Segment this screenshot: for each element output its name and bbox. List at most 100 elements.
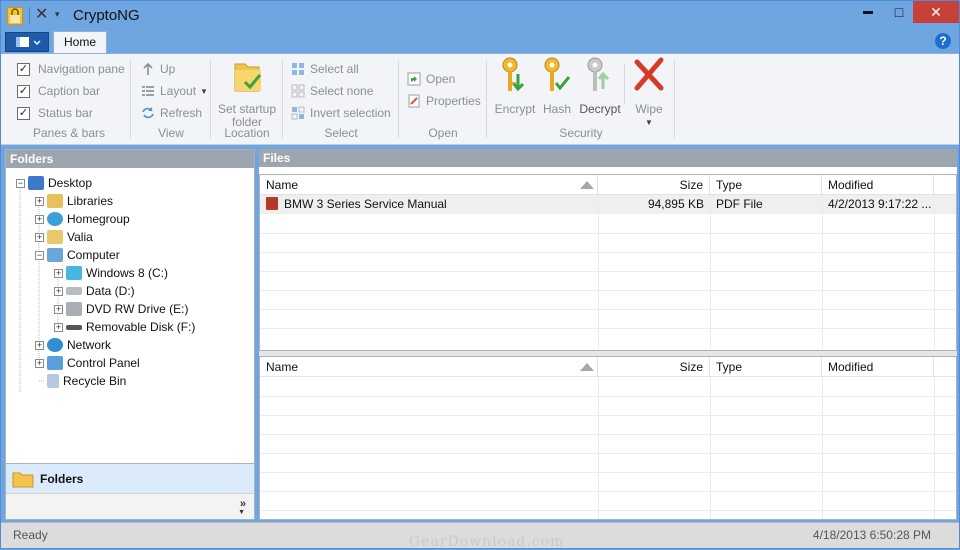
tree-node-desktop[interactable]: − Desktop <box>16 174 92 192</box>
folder-icon <box>12 472 34 487</box>
column-header-size[interactable]: Size <box>598 357 710 377</box>
properties-icon <box>408 94 420 108</box>
collapse-icon[interactable]: − <box>16 178 25 188</box>
column-headers: Name Size Type Modified <box>260 175 956 195</box>
recycle-bin-icon <box>47 374 59 388</box>
expand-icon[interactable]: + <box>35 196 44 206</box>
desktop-icon <box>28 176 44 190</box>
column-header-size[interactable]: Size <box>598 175 710 195</box>
layout-button[interactable]: Layout ▼ <box>141 82 208 100</box>
select-all-icon <box>292 63 304 75</box>
sort-ascending-icon <box>580 363 594 371</box>
group-location: Set startup folder Location <box>213 54 281 144</box>
group-security: Encrypt Hash Decrypt Wipe ▼ Security <box>489 54 673 144</box>
tree-node-valia[interactable]: + Valia <box>35 228 93 246</box>
decrypt-button[interactable]: Decrypt <box>577 56 623 116</box>
sort-ascending-icon <box>580 181 594 189</box>
dropdown-arrow-icon: ▼ <box>200 86 208 96</box>
wipe-button[interactable]: Wipe ▼ <box>627 56 671 129</box>
collapse-icon[interactable]: − <box>35 250 44 260</box>
expand-icon[interactable]: + <box>54 304 63 314</box>
minimize-button[interactable]: ▬ <box>853 1 883 23</box>
status-bar: Ready GearDownload.com 4/18/2013 6:50:28… <box>1 522 959 550</box>
open-button[interactable]: Open <box>407 70 455 88</box>
navigation-pane-checkbox[interactable]: ✓ Navigation pane <box>17 60 125 78</box>
file-row[interactable]: BMW 3 Series Service Manual 94,895 KB PD… <box>260 195 956 214</box>
encrypt-button[interactable]: Encrypt <box>491 56 539 116</box>
dropdown-arrow-icon[interactable]: ▼ <box>238 509 245 516</box>
up-arrow-icon <box>143 62 153 75</box>
group-label-location: Location <box>224 126 270 140</box>
refresh-icon <box>142 107 154 119</box>
pdf-file-icon <box>266 197 278 210</box>
expand-icon[interactable]: + <box>54 286 63 296</box>
tree-node-homegroup[interactable]: + Homegroup <box>35 210 130 228</box>
expand-icon[interactable]: + <box>35 340 44 350</box>
watermark: GearDownload.com <box>409 534 565 550</box>
column-header-type[interactable]: Type <box>710 175 822 195</box>
select-none-button[interactable]: Select none <box>291 82 373 100</box>
status-datetime: 4/18/2013 6:50:28 PM <box>812 528 931 542</box>
folders-nav-button[interactable]: Folders <box>6 463 254 493</box>
expand-icon[interactable]: + <box>54 322 63 332</box>
expand-icon[interactable]: + <box>35 214 44 224</box>
files-panel: Files Name Size Type Modified BMW 3 Seri… <box>259 149 957 520</box>
group-select: Select all Select none Invert selection … <box>285 54 397 144</box>
column-header-modified[interactable]: Modified <box>822 357 934 377</box>
maximize-button[interactable]: □ <box>884 1 914 23</box>
tab-home[interactable]: Home <box>53 31 107 54</box>
tree-node-windows-c[interactable]: + Windows 8 (C:) <box>54 264 168 282</box>
refresh-button[interactable]: Refresh <box>141 104 202 122</box>
check-icon: ✓ <box>17 84 30 98</box>
column-header-name[interactable]: Name <box>260 357 598 377</box>
up-button[interactable]: Up <box>141 60 175 78</box>
tree-node-computer[interactable]: − Computer <box>35 246 120 264</box>
tree-node-recycle-bin[interactable]: Recycle Bin <box>47 372 126 390</box>
tree-node-data-d[interactable]: + Data (D:) <box>54 282 135 300</box>
control-panel-icon <box>47 356 63 370</box>
column-header-name[interactable]: Name <box>260 175 598 195</box>
app-window: ✕ ▾ CryptoNG ▬ □ ✕ Home ? ✓ Navigation pa… <box>0 0 960 550</box>
app-lock-icon[interactable] <box>7 7 23 25</box>
group-label-security: Security <box>559 126 603 140</box>
column-headers: Name Size Type Modified <box>260 357 956 377</box>
quick-access-dropdown-icon[interactable]: ▾ <box>55 9 60 20</box>
folders-panel: Folders − Desktop + Libraries + Homegroup +… <box>5 149 255 520</box>
caption-bar-checkbox[interactable]: ✓ Caption bar <box>17 82 100 100</box>
properties-button[interactable]: Properties <box>407 92 481 110</box>
hash-button[interactable]: Hash <box>537 56 577 116</box>
group-open: Open Properties Open <box>401 54 485 144</box>
column-header-type[interactable]: Type <box>710 357 822 377</box>
tree-node-control-panel[interactable]: + Control Panel <box>35 354 140 372</box>
startup-folder-icon <box>234 63 262 92</box>
tree-node-network[interactable]: + Network <box>35 336 111 354</box>
status-text: Ready <box>13 528 48 542</box>
help-icon[interactable]: ? <box>935 33 951 49</box>
ribbon-tabs: Home ? <box>1 31 959 54</box>
expand-icon[interactable]: + <box>54 268 63 278</box>
select-all-button[interactable]: Select all <box>291 60 359 78</box>
tree-node-libraries[interactable]: + Libraries <box>35 192 113 210</box>
open-icon <box>407 72 421 86</box>
layout-icon <box>142 86 154 96</box>
column-header-modified[interactable]: Modified <box>822 175 934 195</box>
expand-icon[interactable]: + <box>35 358 44 368</box>
decrypt-key-icon <box>587 57 610 91</box>
group-label-select: Select <box>324 126 358 140</box>
tree-node-removable-f[interactable]: + Removable Disk (F:) <box>54 318 195 336</box>
wipe-x-icon <box>634 57 664 91</box>
close-button[interactable]: ✕ <box>913 1 959 23</box>
invert-selection-button[interactable]: Invert selection <box>291 104 391 122</box>
set-startup-folder-button[interactable]: Set startup folder <box>213 56 281 129</box>
ribbon: ✓ Navigation pane ✓ Caption bar ✓ Status ba… <box>1 53 959 145</box>
folder-tree: − Desktop + Libraries + Homegroup + Valia − C… <box>6 168 254 462</box>
group-label-view: View <box>158 126 184 140</box>
quick-access-close-icon[interactable]: ✕ <box>35 7 48 23</box>
folders-panel-title: Folders <box>6 150 254 168</box>
libraries-icon <box>47 194 63 208</box>
file-menu-button[interactable] <box>5 32 49 52</box>
status-bar-checkbox[interactable]: ✓ Status bar <box>17 104 93 122</box>
expand-icon[interactable]: + <box>35 232 44 242</box>
tree-node-dvd-e[interactable]: + DVD RW Drive (E:) <box>54 300 188 318</box>
group-panes-bars: ✓ Navigation pane ✓ Caption bar ✓ Status ba… <box>9 54 129 144</box>
